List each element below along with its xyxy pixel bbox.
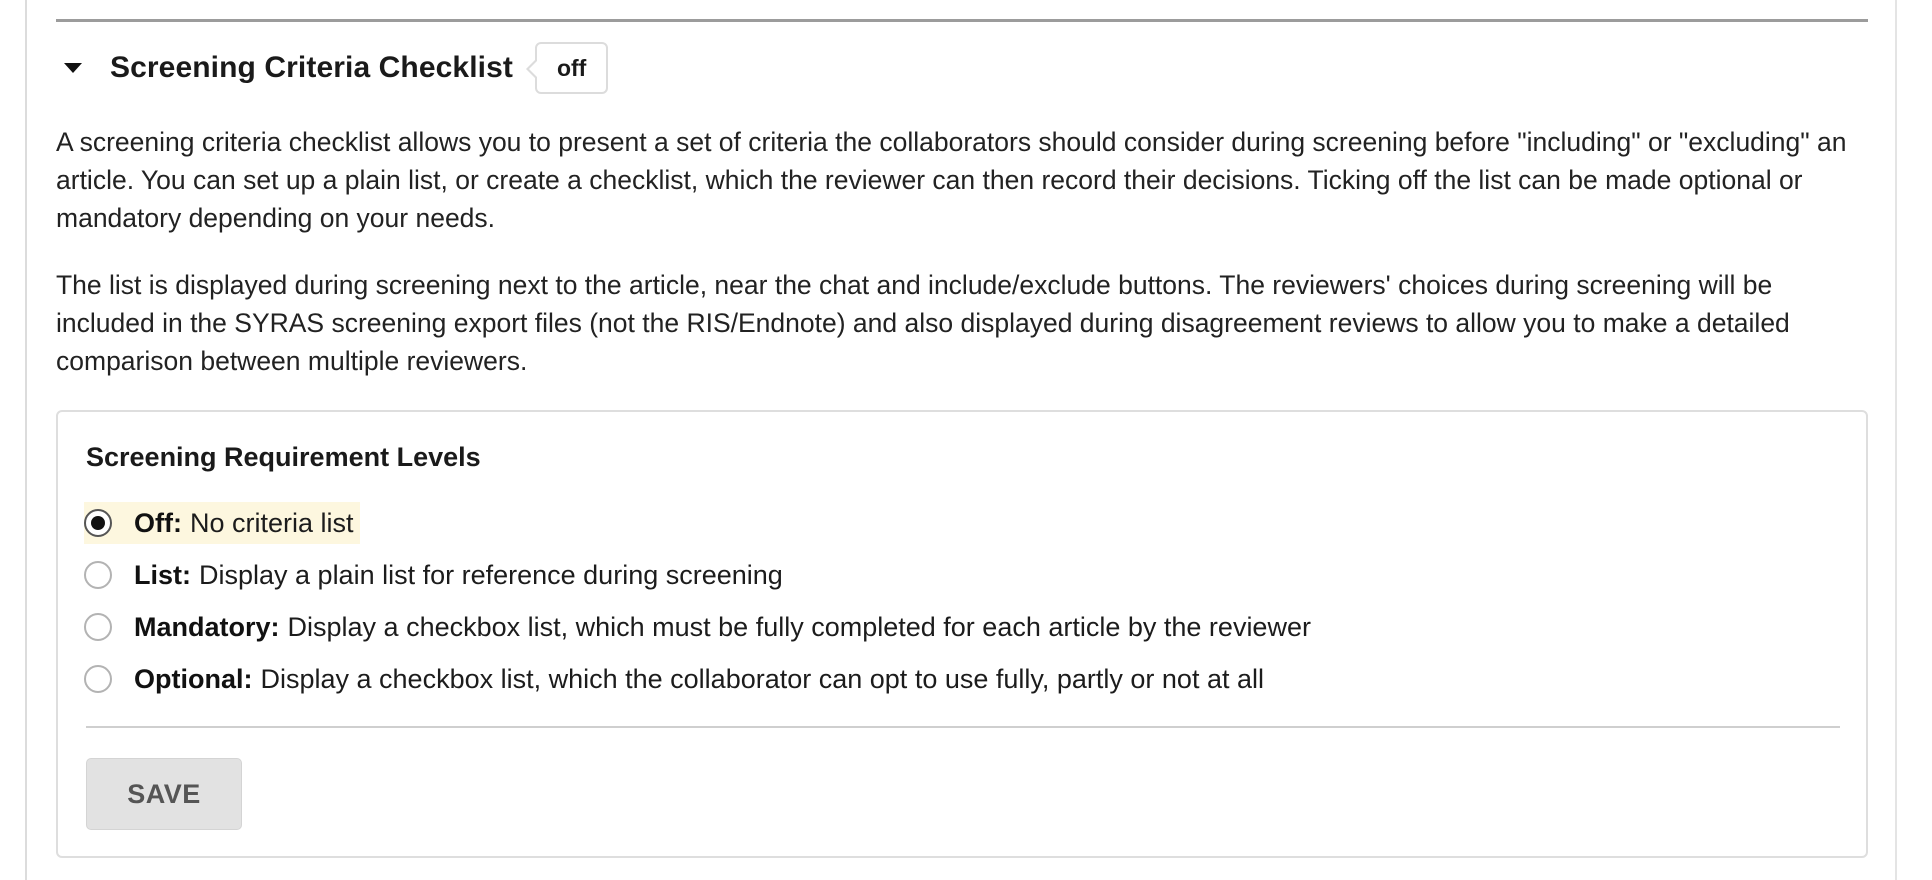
option-optional[interactable]: Optional: Display a checkbox list, which… — [84, 658, 1264, 700]
option-key: List: — [134, 559, 191, 590]
option-text: Display a checkbox list, which the colla… — [260, 663, 1264, 694]
save-button[interactable]: SAVE — [86, 758, 242, 830]
panel-divider — [86, 726, 1840, 728]
section-header: Screening Criteria Checklist off — [56, 40, 609, 96]
radio-optional[interactable] — [84, 665, 112, 693]
radio-mandatory[interactable] — [84, 613, 112, 641]
option-text: Display a checkbox list, which must be f… — [287, 611, 1311, 642]
option-key: Optional: — [134, 663, 253, 694]
option-mandatory[interactable]: Mandatory: Display a checkbox list, whic… — [84, 606, 1311, 648]
section-title: Screening Criteria Checklist — [110, 51, 513, 84]
right-border — [1895, 0, 1897, 880]
status-badge: off — [525, 42, 609, 94]
option-key: Mandatory: — [134, 611, 280, 642]
left-border — [25, 0, 27, 880]
section-divider — [56, 19, 1868, 22]
requirement-levels-title: Screening Requirement Levels — [86, 442, 481, 472]
collapse-caret-icon[interactable] — [64, 63, 82, 73]
description-paragraph-1: A screening criteria checklist allows yo… — [56, 127, 1847, 233]
option-key: Off: — [134, 507, 182, 538]
radio-off[interactable] — [84, 509, 112, 537]
option-list[interactable]: List: Display a plain list for reference… — [84, 554, 783, 596]
description-paragraph-2: The list is displayed during screening n… — [56, 270, 1790, 376]
radio-list[interactable] — [84, 561, 112, 589]
option-text: Display a plain list for reference durin… — [199, 559, 783, 590]
requirement-levels-panel: Screening Requirement Levels Off: No cri… — [56, 410, 1868, 858]
settings-page: Screening Criteria Checklist off A scree… — [0, 0, 1932, 880]
option-off[interactable]: Off: No criteria list — [84, 502, 360, 544]
option-text: No criteria list — [189, 507, 354, 538]
